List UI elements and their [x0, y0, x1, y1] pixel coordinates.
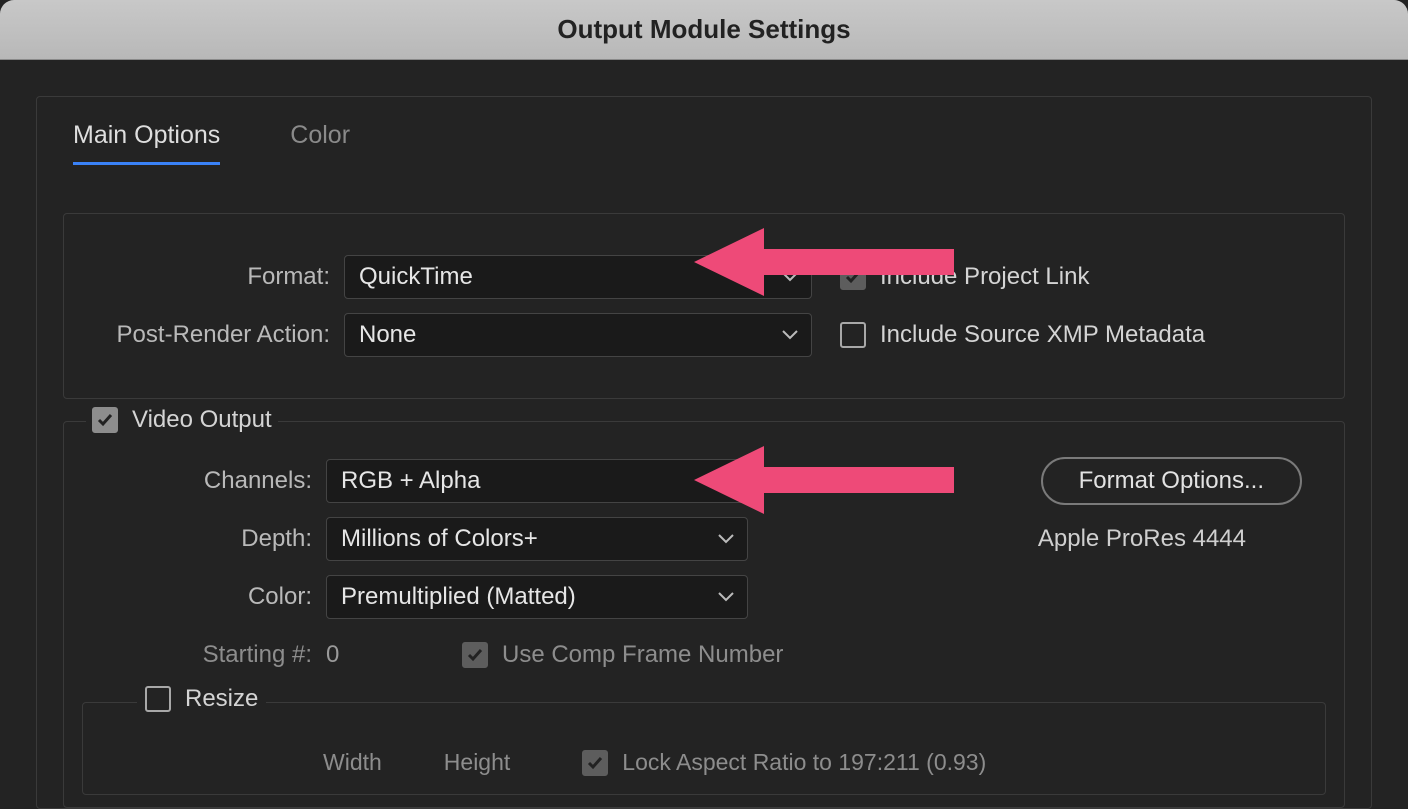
tab-row: Main Options Color	[63, 97, 1345, 165]
format-value: QuickTime	[359, 263, 473, 291]
resize-checkbox[interactable]	[145, 686, 171, 712]
video-output-checkbox[interactable]	[92, 407, 118, 433]
depth-label: Depth:	[82, 525, 326, 553]
starting-number-label: Starting #:	[82, 641, 326, 669]
channels-label: Channels:	[82, 467, 326, 495]
chevron-down-icon	[717, 591, 735, 603]
resize-height-header: Height	[444, 749, 510, 776]
use-comp-frame-checkbox[interactable]	[462, 642, 488, 668]
starting-number-input[interactable]	[326, 641, 406, 669]
include-project-link-label: Include Project Link	[880, 263, 1089, 291]
depth-value: Millions of Colors+	[341, 525, 538, 553]
chevron-down-icon	[781, 329, 799, 341]
post-render-action-value: None	[359, 321, 416, 349]
include-project-link-checkbox[interactable]	[840, 264, 866, 290]
include-xmp-checkbox[interactable]	[840, 322, 866, 348]
lock-aspect-ratio-checkbox[interactable]	[582, 750, 608, 776]
color-select[interactable]: Premultiplied (Matted)	[326, 575, 748, 619]
video-output-fieldset: Video Output Channels: RGB + Alpha Forma…	[63, 421, 1345, 808]
lock-aspect-ratio-label: Lock Aspect Ratio to 197:211 (0.93)	[622, 749, 986, 776]
chevron-down-icon	[717, 533, 735, 545]
video-output-label: Video Output	[132, 406, 272, 434]
tab-main-options[interactable]: Main Options	[73, 121, 220, 165]
codec-name: Apple ProRes 4444	[1038, 525, 1246, 553]
dialog-body: Main Options Color Format: QuickTime Inc…	[0, 60, 1408, 809]
main-panel: Main Options Color Format: QuickTime Inc…	[36, 96, 1372, 809]
include-xmp-label: Include Source XMP Metadata	[880, 321, 1205, 349]
channels-select[interactable]: RGB + Alpha	[326, 459, 748, 503]
use-comp-frame-label: Use Comp Frame Number	[502, 641, 783, 669]
window-titlebar: Output Module Settings	[0, 0, 1408, 60]
depth-select[interactable]: Millions of Colors+	[326, 517, 748, 561]
window-title: Output Module Settings	[557, 14, 850, 45]
format-label: Format:	[82, 263, 344, 291]
post-render-action-select[interactable]: None	[344, 313, 812, 357]
chevron-down-icon	[717, 475, 735, 487]
resize-fieldset: Resize Width Height Lock Aspect Ratio to…	[82, 702, 1326, 795]
resize-width-header: Width	[323, 749, 382, 776]
color-value: Premultiplied (Matted)	[341, 583, 576, 611]
color-label: Color:	[82, 583, 326, 611]
chevron-down-icon	[781, 271, 799, 283]
tab-color[interactable]: Color	[290, 121, 350, 165]
format-section: Format: QuickTime Include Project Link P…	[63, 213, 1345, 399]
post-render-action-label: Post-Render Action:	[82, 321, 344, 349]
resize-label: Resize	[185, 685, 258, 713]
format-options-button[interactable]: Format Options...	[1041, 457, 1302, 505]
channels-value: RGB + Alpha	[341, 467, 480, 495]
format-select[interactable]: QuickTime	[344, 255, 812, 299]
